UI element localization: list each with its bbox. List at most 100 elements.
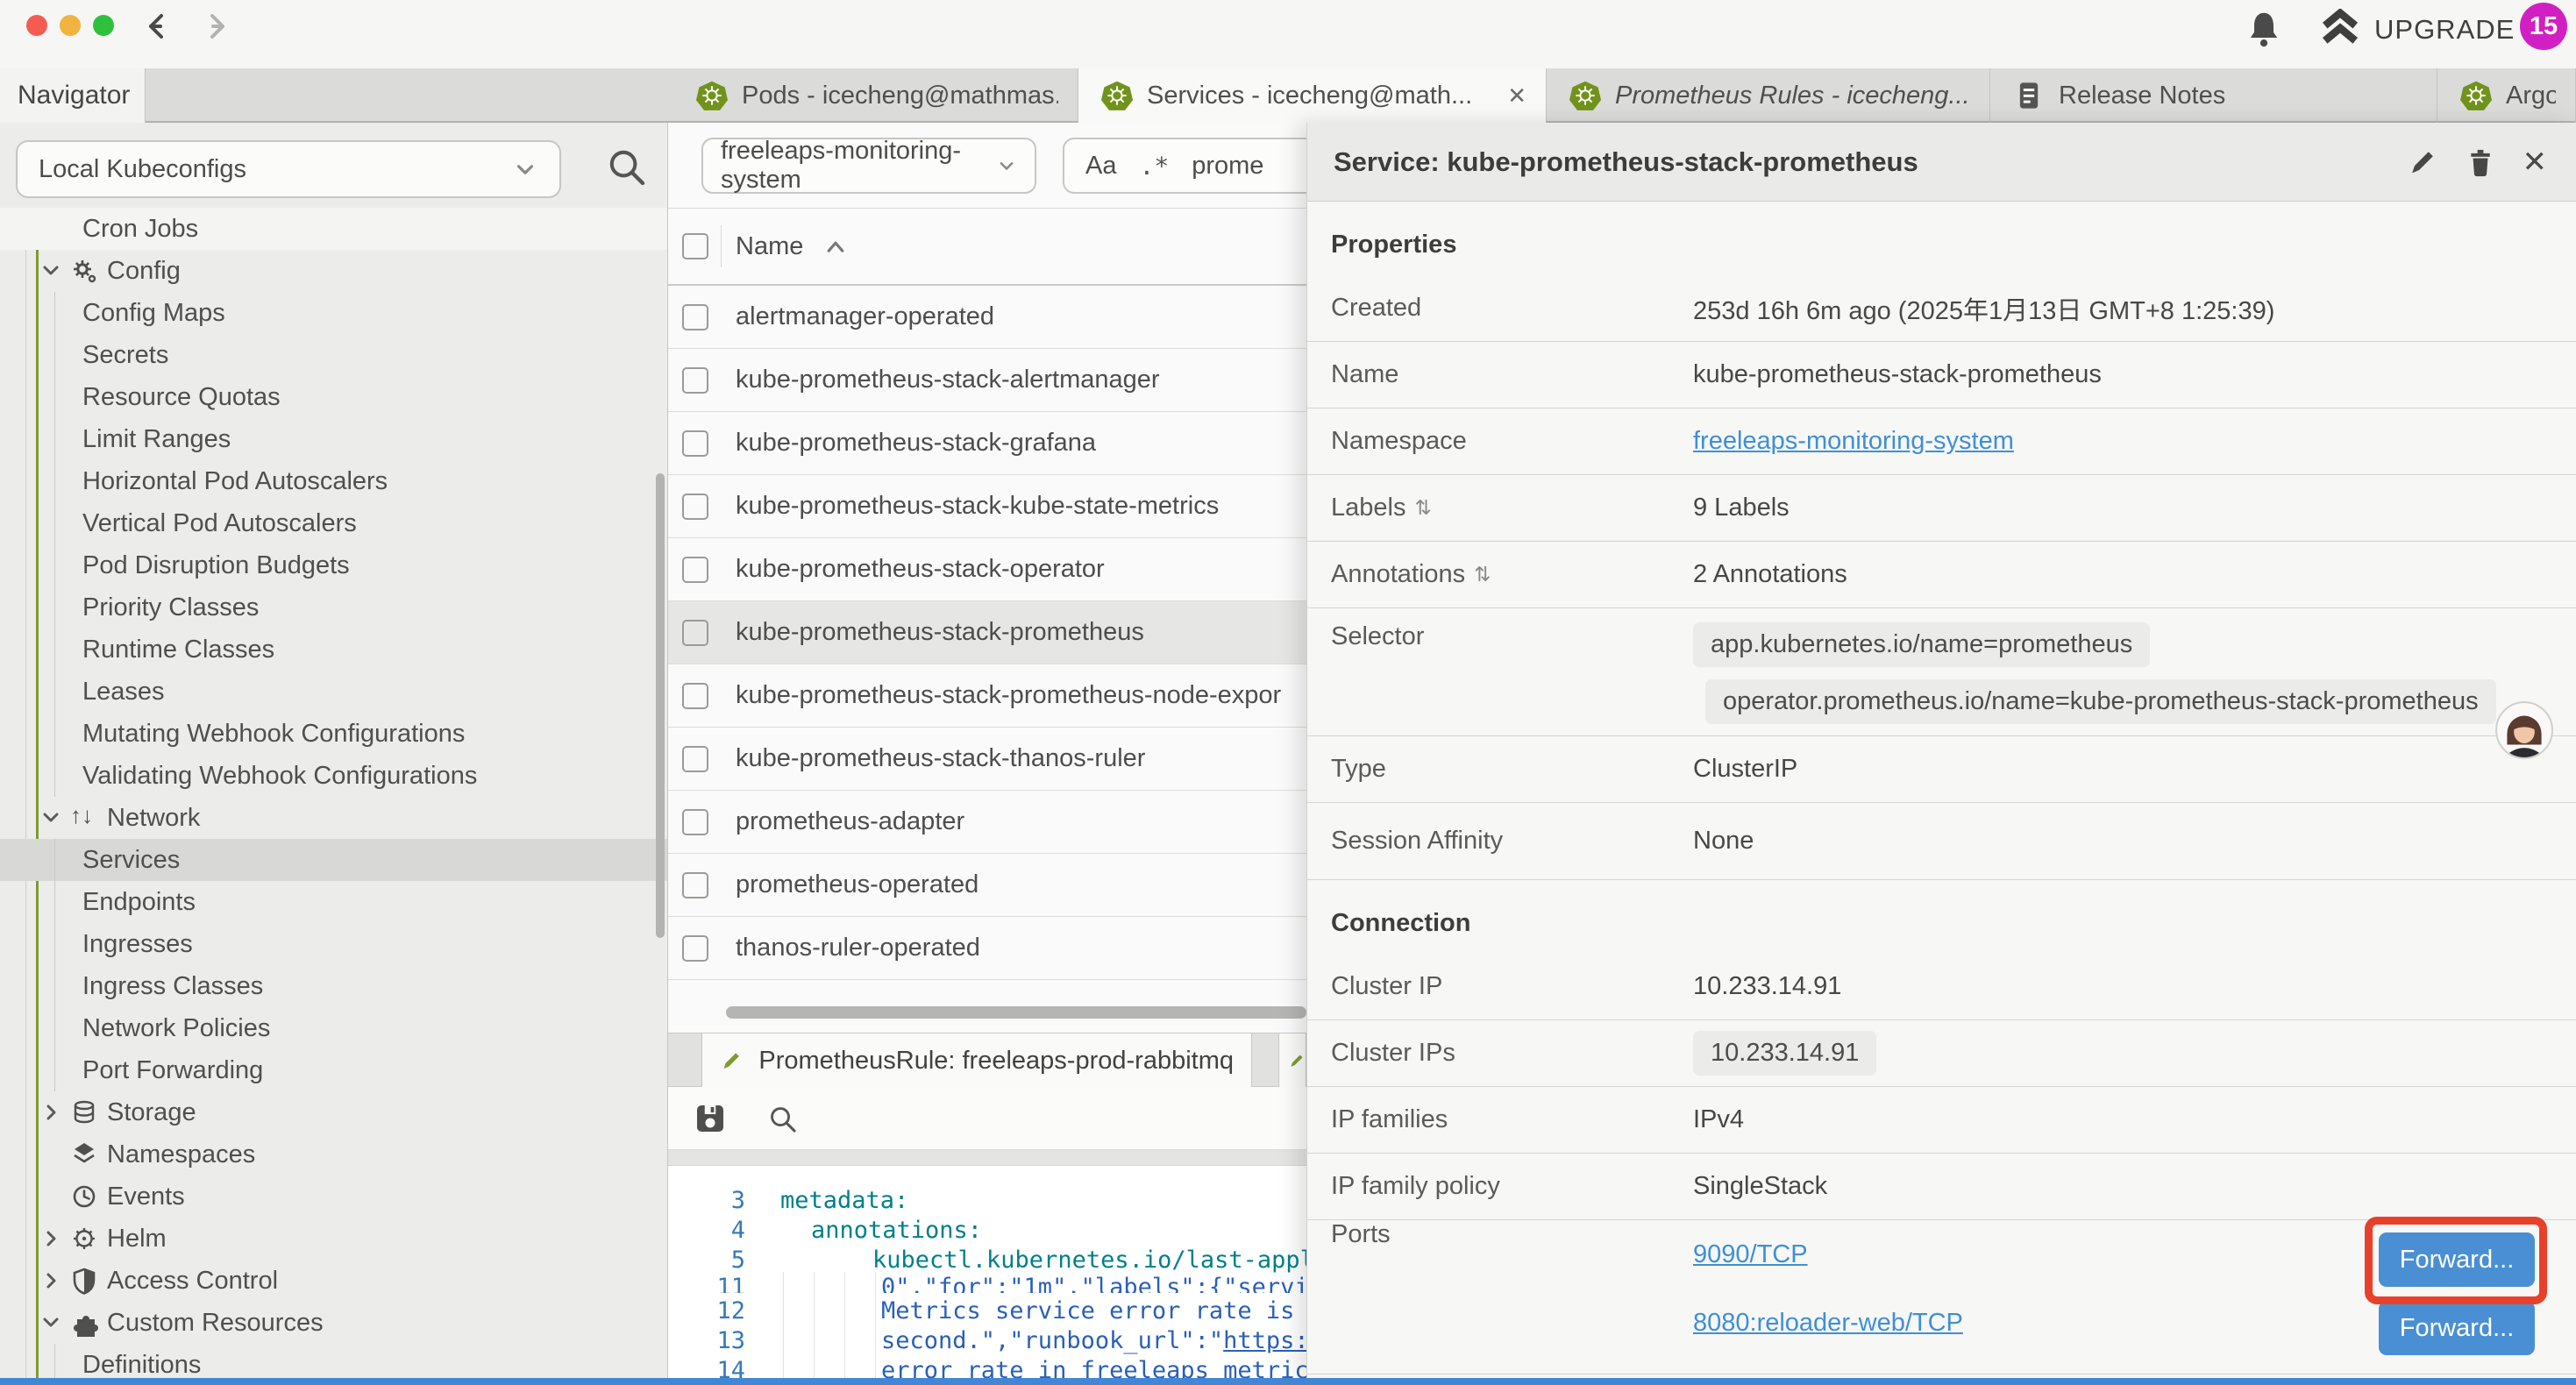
back-arrow-icon[interactable] — [142, 11, 174, 42]
table-row[interactable]: kube-prometheus-stack-kube-state-metrics — [668, 475, 1306, 538]
row-checkbox[interactable] — [682, 746, 708, 772]
close-icon[interactable]: ✕ — [2523, 145, 2548, 180]
sidebar-item-priority-classes[interactable]: Priority Classes — [0, 586, 668, 629]
row-checkbox[interactable] — [682, 935, 708, 962]
table-row[interactable]: kube-prometheus-stack-thanos-ruler — [668, 728, 1306, 791]
tab-close-icon[interactable]: ✕ — [1495, 82, 1526, 110]
notification-count-badge[interactable]: 15 — [2520, 3, 2567, 50]
chevron-down-icon[interactable] — [39, 259, 63, 283]
namespace-link[interactable]: freeleaps-monitoring-system — [1693, 427, 2014, 456]
sidebar-item-resource-quotas[interactable]: Resource Quotas — [0, 376, 668, 418]
url-link[interactable]: https://net — [1223, 1327, 1306, 1354]
editor-tab-next-sliver[interactable] — [1278, 1033, 1306, 1088]
editor-search-icon[interactable] — [766, 1103, 800, 1140]
name-column-header[interactable]: Name — [736, 232, 803, 261]
row-checkbox[interactable] — [682, 367, 708, 394]
chevron-down-icon[interactable] — [39, 1310, 63, 1335]
delete-trash-icon[interactable] — [2465, 146, 2496, 178]
tab-services-icecheng-math[interactable]: Services - icecheng@math...✕ — [1078, 68, 1547, 123]
zoom-window-button[interactable] — [93, 15, 114, 36]
expand-updown-icon[interactable]: ⇅ — [1474, 563, 1491, 586]
table-row[interactable]: kube-prometheus-stack-prometheus — [668, 601, 1306, 664]
chevron-right-icon[interactable] — [39, 1100, 63, 1125]
table-row[interactable]: prometheus-operated — [668, 854, 1306, 917]
detail-value: SingleStack — [1693, 1172, 1827, 1201]
sidebar-item-ingresses[interactable]: Ingresses — [0, 923, 668, 965]
select-all-checkbox[interactable] — [682, 233, 708, 259]
port-link[interactable]: 8080:reloader-web/TCP — [1693, 1289, 1963, 1357]
sidebar-item-config-maps[interactable]: Config Maps — [0, 292, 668, 334]
sidebar-item-cron-jobs[interactable]: Cron Jobs — [0, 208, 668, 250]
table-row[interactable]: kube-prometheus-stack-alertmanager — [668, 349, 1306, 412]
row-checkbox[interactable] — [682, 872, 708, 898]
row-checkbox[interactable] — [682, 304, 708, 330]
table-row[interactable]: kube-prometheus-stack-prometheus-node-ex… — [668, 664, 1306, 728]
sidebar-item-helm[interactable]: Helm — [0, 1218, 668, 1260]
sidebar-item-services[interactable]: Services — [0, 839, 668, 881]
table-row[interactable]: thanos-ruler-operated — [668, 917, 1306, 980]
detail-row-type: TypeClusterIP — [1307, 736, 2576, 803]
sidebar-item-runtime-classes[interactable]: Runtime Classes — [0, 629, 668, 671]
table-horizontal-scrollbar[interactable] — [726, 1006, 1306, 1019]
row-checkbox[interactable] — [682, 683, 708, 709]
sidebar-item-validating-webhook-configurations[interactable]: Validating Webhook Configurations — [0, 755, 668, 797]
sidebar-item-pod-disruption-budgets[interactable]: Pod Disruption Budgets — [0, 544, 668, 586]
sidebar-item-storage[interactable]: Storage — [0, 1091, 668, 1133]
expand-updown-icon[interactable]: ⇅ — [1414, 496, 1431, 520]
upgrade-button[interactable]: UPGRADE — [2320, 7, 2515, 53]
sidebar-item-mutating-webhook-configurations[interactable]: Mutating Webhook Configurations — [0, 713, 668, 755]
table-row[interactable]: alertmanager-operated — [668, 286, 1306, 349]
forward-button[interactable]: Forward... — [2379, 1301, 2535, 1355]
sidebar-item-port-forwarding[interactable]: Port Forwarding — [0, 1049, 668, 1091]
sidebar-item-limit-ranges[interactable]: Limit Ranges — [0, 418, 668, 460]
navigator-panel-tab[interactable]: Navigator — [0, 68, 146, 123]
line-number: 11 — [668, 1274, 745, 1294]
sidebar-scrollbar[interactable] — [656, 473, 665, 938]
yaml-editor[interactable]: 3metadata:4annotations:5kubectl.kubernet… — [668, 1166, 1306, 1385]
notifications-bell-icon[interactable] — [2245, 9, 2283, 51]
sidebar-item-secrets[interactable]: Secrets — [0, 334, 668, 376]
tab-pods-icecheng-mathmas[interactable]: Pods - icecheng@mathmas... — [673, 68, 1078, 123]
minimize-window-button[interactable] — [60, 15, 81, 36]
sidebar-item-label: Validating Webhook Configurations — [82, 762, 477, 791]
sidebar-item-config[interactable]: Config — [0, 250, 668, 292]
chevron-right-icon[interactable] — [39, 1268, 63, 1293]
sidebar-item-horizontal-pod-autoscalers[interactable]: Horizontal Pod Autoscalers — [0, 460, 668, 502]
save-icon[interactable] — [693, 1101, 728, 1140]
match-case-toggle[interactable]: Aa — [1085, 152, 1116, 181]
sidebar-item-network-policies[interactable]: Network Policies — [0, 1007, 668, 1049]
sidebar-item-ingress-classes[interactable]: Ingress Classes — [0, 965, 668, 1007]
search-icon[interactable] — [605, 146, 649, 189]
tab-argo-se[interactable]: Argo Se — [2437, 68, 2576, 123]
editor-tab-prometheusrule[interactable]: PrometheusRule: freeleaps-prod-rabbitmq — [701, 1033, 1252, 1088]
table-row[interactable]: prometheus-adapter — [668, 791, 1306, 854]
sidebar-item-network[interactable]: ↑↓Network — [0, 797, 668, 839]
edit-pencil-icon[interactable] — [2407, 146, 2438, 178]
regex-toggle[interactable]: .* — [1139, 152, 1169, 181]
sidebar-item-events[interactable]: Events — [0, 1175, 668, 1218]
row-checkbox[interactable] — [682, 557, 708, 583]
close-window-button[interactable] — [26, 15, 47, 36]
sidebar-item-access-control[interactable]: Access Control — [0, 1260, 668, 1302]
sidebar-item-namespaces[interactable]: Namespaces — [0, 1133, 668, 1175]
table-row[interactable]: kube-prometheus-stack-grafana — [668, 412, 1306, 475]
kubeconfig-selector[interactable]: Local Kubeconfigs — [16, 140, 561, 198]
chevron-right-icon[interactable] — [39, 1226, 63, 1251]
sidebar-item-custom-resources[interactable]: Custom Resources — [0, 1302, 668, 1344]
sidebar-item-vertical-pod-autoscalers[interactable]: Vertical Pod Autoscalers — [0, 502, 668, 544]
name-search-input[interactable]: Aa .* prome — [1063, 138, 1306, 194]
sidebar-item-leases[interactable]: Leases — [0, 671, 668, 713]
forward-arrow-icon[interactable] — [200, 11, 231, 42]
row-checkbox[interactable] — [682, 620, 708, 646]
row-checkbox[interactable] — [682, 494, 708, 520]
sidebar-item-endpoints[interactable]: Endpoints — [0, 881, 668, 923]
user-avatar[interactable] — [2495, 701, 2553, 759]
tab-release-notes[interactable]: Release Notes — [1990, 68, 2437, 123]
row-checkbox[interactable] — [682, 809, 708, 835]
table-row[interactable]: kube-prometheus-stack-operator — [668, 538, 1306, 601]
row-checkbox[interactable] — [682, 430, 708, 457]
namespace-filter-dropdown[interactable]: freeleaps-monitoring-system — [701, 138, 1036, 194]
chevron-down-icon[interactable] — [39, 806, 63, 830]
tab-prometheus-rules-icecheng[interactable]: Prometheus Rules - icecheng... — [1547, 68, 1990, 123]
port-link[interactable]: 9090/TCP — [1693, 1220, 1808, 1289]
